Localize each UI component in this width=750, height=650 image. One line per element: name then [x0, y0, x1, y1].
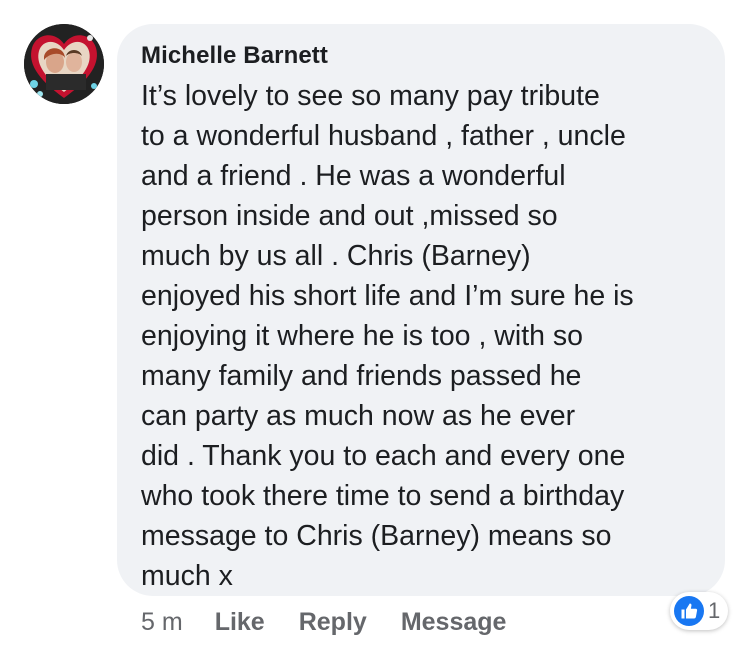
timestamp[interactable]: 5 m	[141, 608, 183, 637]
message-button[interactable]: Message	[401, 608, 507, 637]
like-icon	[674, 596, 704, 626]
reaction-badge[interactable]: 1	[670, 592, 729, 630]
like-button[interactable]: Like	[215, 608, 265, 637]
comment-bubble: Michelle Barnett It’s lovely to see so m…	[117, 24, 725, 596]
comment-text: It’s lovely to see so many pay tribute t…	[141, 80, 634, 592]
reply-button[interactable]: Reply	[299, 608, 367, 637]
author-name[interactable]: Michelle Barnett	[141, 40, 705, 72]
avatar-photo	[24, 24, 104, 104]
comment: Michelle Barnett It’s lovely to see so m…	[0, 0, 750, 650]
reaction-count: 1	[708, 598, 721, 623]
avatar[interactable]	[24, 24, 104, 104]
comment-actions: 5 m Like Reply Message	[141, 604, 540, 640]
